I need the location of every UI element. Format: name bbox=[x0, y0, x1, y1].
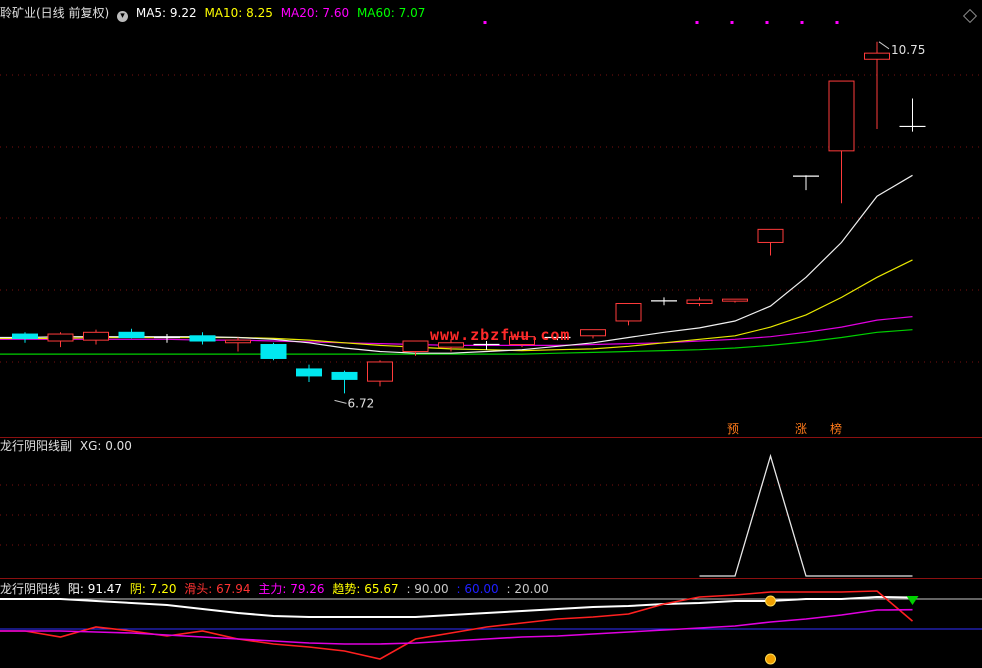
stock-title: 聆矿业(日线 前复权) bbox=[0, 6, 110, 20]
down-arrow-icon bbox=[906, 596, 919, 605]
tag-zhang: 涨 bbox=[795, 422, 808, 436]
main-header: 聆矿业(日线 前复权) ▾ MA5: 9.22 MA10: 8.25 MA20:… bbox=[0, 5, 429, 22]
coin-icon bbox=[765, 653, 776, 665]
tag-bang: 榜 bbox=[830, 422, 843, 436]
settings-icon[interactable]: ▾ bbox=[117, 11, 129, 22]
yang-value: 阳: 91.47 bbox=[67, 582, 123, 596]
candle-body bbox=[83, 331, 109, 341]
tag-yu: 预 bbox=[727, 422, 740, 436]
signal-dot bbox=[483, 21, 487, 24]
xg-line bbox=[699, 453, 913, 577]
high-pointer bbox=[878, 41, 890, 50]
yin-value: 阴: 7.20 bbox=[129, 582, 177, 596]
watermark: www.zbzfwu.com bbox=[430, 326, 571, 344]
candle-body bbox=[402, 340, 429, 352]
candle-body bbox=[260, 344, 287, 359]
signal-dot bbox=[800, 21, 804, 24]
ref90-value: : 90.00 bbox=[406, 582, 449, 596]
yinyang-header: 龙行阴阳线 阳: 91.47 阴: 7.20 滑头: 67.94 主力: 79.… bbox=[0, 581, 553, 597]
candle-body bbox=[296, 368, 322, 377]
candle-body bbox=[686, 299, 713, 305]
ref60-value: : 60.00 bbox=[456, 582, 499, 596]
main-chart-panel: 10.75 6.72 聆矿业(日线 前复权) ▾ MA5: 9.22 MA10: … bbox=[0, 0, 982, 437]
candle-body bbox=[722, 298, 748, 302]
xg-header: 龙行阴阳线副 XG: 0.00 bbox=[0, 438, 136, 454]
candle-body bbox=[189, 335, 216, 342]
yinyang-indicator-panel: 龙行阴阳线 阳: 91.47 阴: 7.20 滑头: 67.94 主力: 79.… bbox=[0, 579, 982, 668]
xg-value: XG: 0.00 bbox=[79, 439, 132, 453]
signal-dot bbox=[765, 21, 769, 24]
coin-icon bbox=[765, 595, 776, 607]
signal-dot bbox=[730, 21, 734, 24]
xg-title: 龙行阴阳线副 bbox=[0, 439, 73, 453]
ma10-label: MA10: 8.25 bbox=[204, 6, 273, 20]
candle-body bbox=[615, 303, 642, 322]
yinyang-title: 龙行阴阳线 bbox=[0, 582, 61, 596]
candle-body bbox=[47, 333, 74, 342]
candlestick-chart: 10.75 6.72 bbox=[0, 21, 982, 410]
candle-body bbox=[828, 80, 855, 152]
ma5-label: MA5: 9.22 bbox=[135, 6, 197, 20]
candle-body bbox=[225, 339, 251, 344]
candle-body bbox=[331, 371, 358, 380]
xg-indicator-panel: 龙行阴阳线副 XG: 0.00 bbox=[0, 438, 982, 578]
ma60-label: MA60: 7.07 bbox=[356, 6, 426, 20]
signal-dot bbox=[695, 21, 699, 24]
candle-body bbox=[12, 333, 38, 339]
xg-line-chart bbox=[0, 453, 982, 577]
candle-body bbox=[367, 361, 393, 382]
candle-body bbox=[118, 331, 145, 339]
low-pointer bbox=[334, 399, 347, 404]
ref20-value: : 20.00 bbox=[506, 582, 549, 596]
candle-body bbox=[757, 228, 784, 243]
ma20-label: MA20: 7.60 bbox=[280, 6, 350, 20]
high-price-label: 10.75 bbox=[891, 43, 925, 57]
qushi-value: 趋势: 65.67 bbox=[332, 582, 399, 596]
low-price-label: 6.72 bbox=[348, 396, 375, 410]
signal-dot bbox=[835, 21, 839, 24]
candle-body bbox=[580, 329, 606, 337]
candle-body bbox=[864, 52, 890, 60]
zhuli-value: 主力: 79.26 bbox=[258, 582, 325, 596]
huatou-value: 滑头: 67.94 bbox=[184, 582, 251, 596]
